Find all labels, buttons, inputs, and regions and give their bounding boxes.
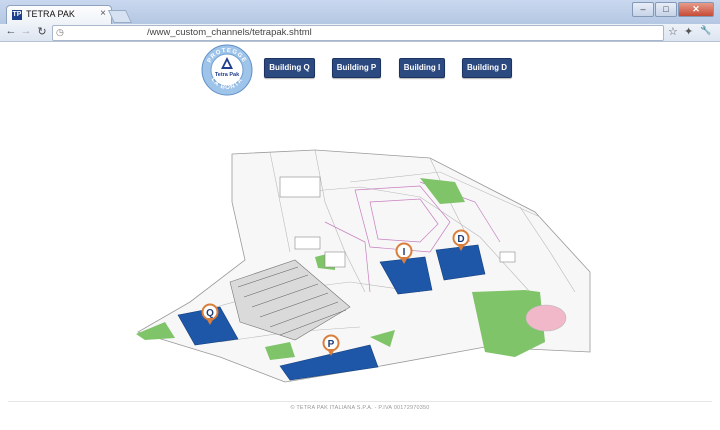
minimize-button[interactable]: – [632, 2, 654, 17]
marker-d-label: D [457, 234, 464, 245]
browser-titlebar: TP TETRA PAK × – □ ✕ [0, 0, 720, 25]
tab-title: TETRA PAK [26, 9, 75, 19]
address-bar[interactable]: ◷ /www_custom_channels/tetrapak.shtml [52, 25, 664, 41]
footer-divider [8, 401, 712, 402]
marker-i-label: I [403, 247, 406, 258]
site-map: Q P I D [120, 142, 610, 392]
url-text[interactable]: /www_custom_channels/tetrapak.shtml [147, 27, 312, 38]
extension-icon[interactable]: ✦ [684, 25, 693, 38]
maximize-button[interactable]: □ [655, 2, 677, 17]
logo-brand-text: Tetra Pak [215, 72, 240, 78]
building-d-button[interactable]: Building D [462, 58, 512, 78]
wrench-settings-icon[interactable]: 🔧 [700, 25, 711, 36]
building-q-button[interactable]: Building Q [264, 58, 315, 78]
building-d-shape[interactable] [435, 244, 486, 281]
tetrapak-logo[interactable]: PROTEGGE LA BONTÀ Tetra Pak [201, 44, 253, 96]
window-controls: – □ ✕ [631, 2, 714, 20]
forward-icon[interactable]: → [19, 25, 33, 37]
browser-toolbar: ← → ↻ ◷ /www_custom_channels/tetrapak.sh… [0, 24, 720, 42]
marker-q-label: Q [206, 308, 214, 319]
reload-icon[interactable]: ↻ [35, 25, 49, 38]
marker-p-label: P [328, 339, 335, 350]
building-i-button[interactable]: Building I [399, 58, 445, 78]
footer-copyright: © TETRA PAK ITALIANA S.P.A. - P.IVA 0017… [290, 405, 430, 411]
tab-close-icon[interactable]: × [100, 8, 106, 19]
close-window-button[interactable]: ✕ [678, 2, 714, 17]
building-p-button[interactable]: Building P [332, 58, 381, 78]
page-content: PROTEGGE LA BONTÀ Tetra Pak Building Q B… [0, 42, 720, 430]
browser-tab[interactable]: TP TETRA PAK × [6, 5, 112, 25]
page-info-icon[interactable]: ◷ [56, 27, 64, 38]
tetrapak-favicon-icon: TP [12, 10, 22, 20]
back-icon[interactable]: ← [4, 25, 18, 37]
bookmark-star-icon[interactable]: ☆ [668, 25, 678, 38]
pink-oval-area [525, 304, 567, 332]
